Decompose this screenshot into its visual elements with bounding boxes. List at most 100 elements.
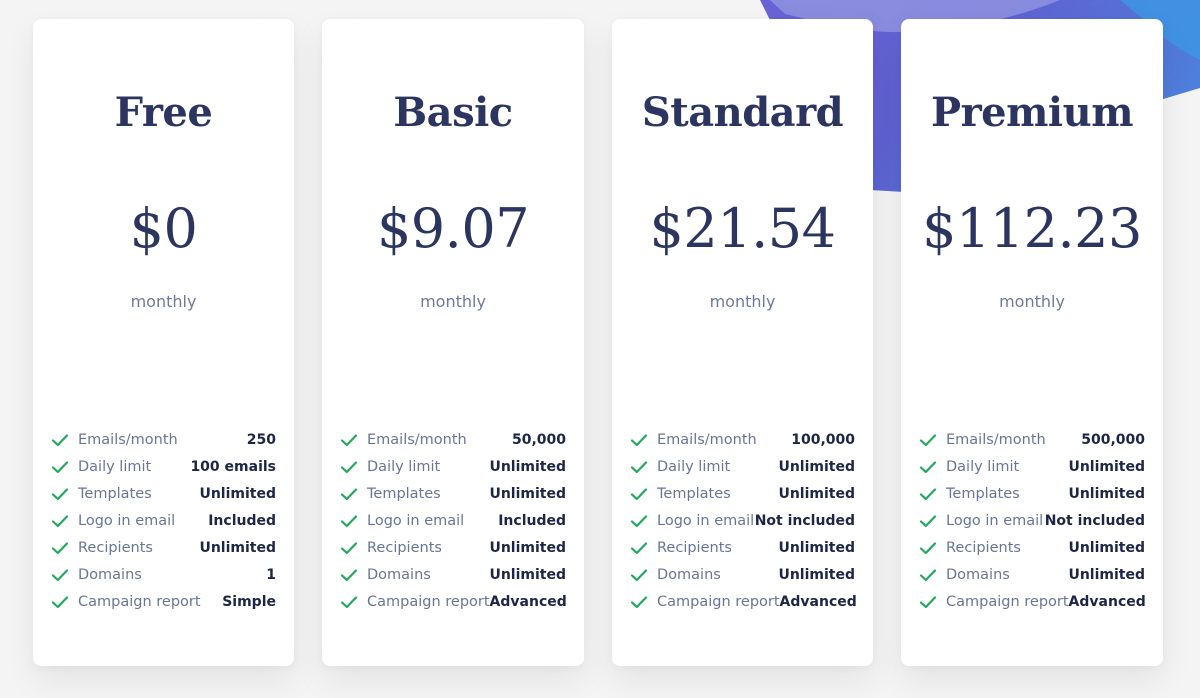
checkmark-icon — [51, 433, 69, 446]
plan-name: Standard — [641, 89, 844, 136]
checkmark-icon — [51, 460, 69, 473]
feature-value: Unlimited — [1068, 566, 1145, 583]
checkmark-icon — [630, 568, 648, 581]
feature-value: Not included — [754, 512, 855, 529]
feature-row: Recipients Unlimited — [51, 534, 276, 561]
feature-value: Unlimited — [489, 539, 566, 556]
feature-list: Emails/month 500,000 Daily limit Unlimited T… — [919, 426, 1146, 615]
plan-period: monthly — [130, 292, 197, 311]
feature-row: Daily limit Unlimited — [919, 453, 1145, 480]
feature-label: Daily limit — [946, 458, 1020, 475]
feature-row: Campaign report Advanced — [919, 588, 1146, 615]
feature-row: Campaign report Simple — [51, 588, 276, 615]
plan-card-premium[interactable]: Premium $112.23 monthly Emails/month 500,… — [901, 19, 1163, 666]
checkmark-icon — [630, 433, 648, 446]
plan-price: $0 — [129, 197, 198, 260]
checkmark-icon — [340, 541, 358, 554]
feature-label: Recipients — [367, 539, 442, 556]
feature-label: Recipients — [946, 539, 1021, 556]
feature-label: Daily limit — [78, 458, 152, 475]
feature-row: Templates Unlimited — [340, 480, 566, 507]
feature-value: Unlimited — [778, 485, 855, 502]
feature-label: Emails/month — [657, 431, 757, 448]
checkmark-icon — [919, 433, 937, 446]
feature-value: Unlimited — [199, 539, 276, 556]
feature-row: Logo in email Not included — [919, 507, 1145, 534]
feature-value: Advanced — [779, 593, 857, 610]
feature-row: Domains 1 — [51, 561, 276, 588]
plan-card-standard[interactable]: Standard $21.54 monthly Emails/month 100,… — [612, 19, 873, 666]
feature-label: Recipients — [78, 539, 153, 556]
feature-label: Templates — [657, 485, 731, 502]
feature-label: Domains — [367, 566, 431, 583]
plan-price: $21.54 — [649, 197, 836, 260]
feature-row: Emails/month 50,000 — [340, 426, 566, 453]
feature-row: Emails/month 500,000 — [919, 426, 1145, 453]
feature-label: Templates — [78, 485, 152, 502]
feature-label: Domains — [657, 566, 721, 583]
feature-list: Emails/month 250 Daily limit 100 emails Temp… — [51, 426, 276, 615]
feature-label: Daily limit — [657, 458, 731, 475]
feature-row: Recipients Unlimited — [340, 534, 566, 561]
checkmark-icon — [630, 595, 648, 608]
feature-value: Included — [498, 512, 566, 529]
feature-value: Unlimited — [489, 485, 566, 502]
feature-label: Domains — [78, 566, 142, 583]
checkmark-icon — [919, 514, 937, 527]
plan-period: monthly — [999, 292, 1065, 311]
feature-row: Recipients Unlimited — [919, 534, 1145, 561]
checkmark-icon — [630, 541, 648, 554]
checkmark-icon — [340, 568, 358, 581]
feature-value: Unlimited — [778, 566, 855, 583]
feature-row: Templates Unlimited — [630, 480, 855, 507]
feature-row: Recipients Unlimited — [630, 534, 855, 561]
feature-value: Unlimited — [199, 485, 276, 502]
feature-row: Domains Unlimited — [340, 561, 566, 588]
feature-row: Templates Unlimited — [51, 480, 276, 507]
feature-row: Campaign report Advanced — [630, 588, 857, 615]
feature-value: 1 — [266, 566, 276, 583]
feature-row: Daily limit Unlimited — [630, 453, 855, 480]
feature-label: Emails/month — [367, 431, 467, 448]
feature-row: Emails/month 250 — [51, 426, 276, 453]
checkmark-icon — [51, 568, 69, 581]
feature-value: 100 emails — [190, 458, 276, 475]
feature-label: Campaign report — [367, 593, 490, 610]
feature-label: Campaign report — [657, 593, 780, 610]
feature-value: Unlimited — [778, 458, 855, 475]
feature-value: Unlimited — [489, 566, 566, 583]
feature-row: Logo in email Not included — [630, 507, 855, 534]
plan-card-basic[interactable]: Basic $9.07 monthly Emails/month 50,000 Da… — [322, 19, 584, 666]
checkmark-icon — [340, 460, 358, 473]
plan-price: $112.23 — [922, 197, 1142, 260]
feature-row: Templates Unlimited — [919, 480, 1145, 507]
feature-value: Unlimited — [1068, 458, 1145, 475]
feature-value: Simple — [222, 593, 276, 610]
checkmark-icon — [51, 514, 69, 527]
feature-row: Daily limit Unlimited — [340, 453, 566, 480]
feature-label: Daily limit — [367, 458, 441, 475]
feature-list: Emails/month 50,000 Daily limit Unlimited Te… — [340, 426, 567, 615]
plan-card-free[interactable]: Free $0 monthly Emails/month 250 Daily lim… — [33, 19, 294, 666]
feature-row: Logo in email Included — [51, 507, 276, 534]
feature-label: Domains — [946, 566, 1010, 583]
checkmark-icon — [51, 487, 69, 500]
checkmark-icon — [919, 487, 937, 500]
feature-label: Campaign report — [946, 593, 1069, 610]
feature-value: Unlimited — [778, 539, 855, 556]
checkmark-icon — [630, 460, 648, 473]
plan-name: Basic — [393, 89, 513, 136]
checkmark-icon — [630, 514, 648, 527]
checkmark-icon — [51, 595, 69, 608]
feature-value: Unlimited — [1068, 539, 1145, 556]
feature-value: 500,000 — [1081, 431, 1145, 448]
feature-label: Emails/month — [78, 431, 178, 448]
feature-label: Templates — [367, 485, 441, 502]
plan-period: monthly — [709, 292, 776, 311]
checkmark-icon — [919, 460, 937, 473]
feature-value: 250 — [246, 431, 276, 448]
checkmark-icon — [919, 541, 937, 554]
feature-value: 50,000 — [511, 431, 566, 448]
checkmark-icon — [340, 433, 358, 446]
feature-list: Emails/month 100,000 Daily limit Unlimited T… — [630, 426, 857, 615]
